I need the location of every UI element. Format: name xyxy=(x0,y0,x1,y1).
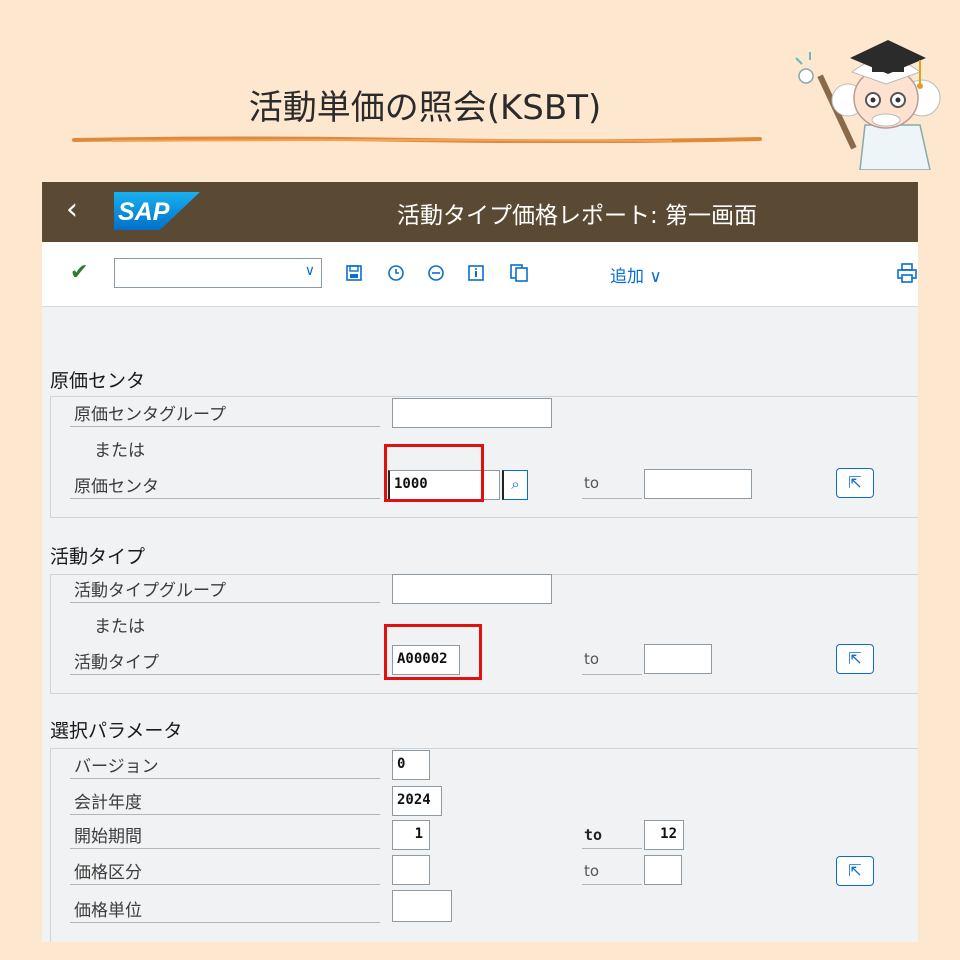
multiple-selection-button[interactable]: ⇱ xyxy=(836,856,874,886)
professor-mascot-illustration xyxy=(795,40,941,170)
chevron-down-icon[interactable]: ∨ xyxy=(305,263,315,279)
divider xyxy=(70,498,380,499)
or-label: または xyxy=(94,617,145,637)
price-unit-input[interactable] xyxy=(392,890,452,922)
multiple-selection-button[interactable]: ⇱ xyxy=(836,644,874,674)
slide-title: 活動単価の照会(KSBT) xyxy=(248,88,602,128)
version-label: バージョン xyxy=(74,757,159,777)
price-indicator-to-input[interactable] xyxy=(644,855,682,885)
divider xyxy=(582,848,642,849)
cost-center-label: 原価センタ xyxy=(74,477,159,497)
highlight-box xyxy=(384,444,484,502)
activity-type-group-input[interactable] xyxy=(392,574,552,604)
shell-bar: ‹ SAP 活動タイプ価格レポート: 第一画面 xyxy=(42,182,918,242)
cost-center-group-label: 原価センタグループ xyxy=(74,405,226,425)
version-input[interactable]: 0 xyxy=(392,750,430,780)
print-icon[interactable] xyxy=(896,262,918,284)
end-period-input[interactable]: 12 xyxy=(644,820,684,850)
price-unit-label: 価格単位 xyxy=(74,901,142,921)
sap-logo: SAP xyxy=(114,192,200,230)
back-button[interactable]: ‹ xyxy=(66,192,78,227)
to-label: to xyxy=(584,862,600,880)
divider xyxy=(70,426,380,427)
highlight-box xyxy=(384,624,482,680)
start-period-label: 開始期間 xyxy=(74,827,142,847)
price-indicator-input[interactable] xyxy=(392,855,430,885)
divider xyxy=(70,848,380,849)
divider xyxy=(70,602,380,603)
more-menu-button[interactable]: 追加 ∨ xyxy=(610,262,662,287)
command-field[interactable]: ∨ xyxy=(114,258,322,288)
divider xyxy=(582,674,642,675)
fiscal-year-input[interactable]: 2024 xyxy=(392,786,442,816)
cost-center-group-input[interactable] xyxy=(392,398,552,428)
minus-circle-icon[interactable] xyxy=(426,263,446,283)
divider xyxy=(70,778,380,779)
divider xyxy=(582,884,642,885)
to-label: to xyxy=(584,650,600,668)
svg-text:SAP: SAP xyxy=(118,198,170,226)
multiple-selection-button[interactable]: ⇱ xyxy=(836,468,874,498)
check-icon[interactable]: ✔ xyxy=(70,260,88,285)
save-icon[interactable] xyxy=(345,264,363,282)
divider xyxy=(582,498,642,499)
activity-type-to-input[interactable] xyxy=(644,644,712,674)
to-label: to xyxy=(584,826,603,844)
fiscal-year-label: 会計年度 xyxy=(74,793,142,813)
price-indicator-label: 価格区分 xyxy=(74,863,142,883)
divider xyxy=(70,884,380,885)
cost-center-to-input[interactable] xyxy=(644,469,752,499)
value-help-icon[interactable]: ⌕ xyxy=(502,470,528,500)
activity-type-label: 活動タイプ xyxy=(74,653,159,673)
clock-icon[interactable] xyxy=(386,263,406,283)
section-selection-parameters: 選択パラメータ xyxy=(50,720,183,742)
screen-title: 活動タイプ価格レポート: 第一画面 xyxy=(397,203,758,229)
to-label: to xyxy=(584,474,600,492)
divider xyxy=(70,922,380,923)
title-underline xyxy=(72,136,762,143)
or-label: または xyxy=(94,441,145,461)
start-period-input[interactable]: 1 xyxy=(392,820,430,850)
app-toolbar: ✔ ∨ 追加 ∨ xyxy=(42,242,918,307)
sap-window: ‹ SAP 活動タイプ価格レポート: 第一画面 ✔ ∨ 追加 ∨ 原価センタ 原… xyxy=(42,182,918,942)
copy-icon[interactable] xyxy=(509,263,529,283)
divider xyxy=(70,674,380,675)
divider xyxy=(70,814,380,815)
activity-type-group-label: 活動タイプグループ xyxy=(74,581,226,601)
info-icon[interactable] xyxy=(467,264,485,282)
section-activity-type: 活動タイプ xyxy=(50,546,146,568)
section-cost-center: 原価センタ xyxy=(50,370,146,392)
